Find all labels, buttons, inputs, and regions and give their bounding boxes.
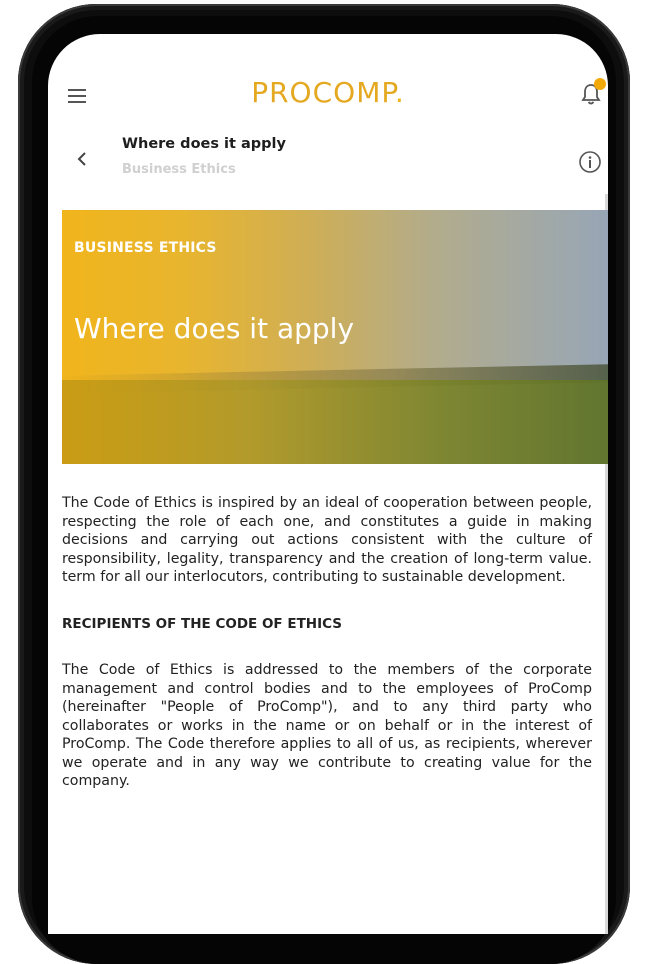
hero-banner: BUSINESS ETHICS Where does it apply [62, 210, 608, 464]
intro-paragraph: The Code of Ethics is inspired by an ide… [62, 495, 592, 585]
hero-title: Where does it apply [74, 312, 355, 345]
app-screen: PROCOMP. Where does it apply Business Et… [48, 34, 608, 934]
hero-field-image [62, 380, 608, 464]
info-icon[interactable] [578, 150, 602, 174]
app-top-bar: PROCOMP. [48, 34, 608, 124]
procomp-logo: PROCOMP. [48, 76, 608, 109]
logo-text: PROCOMP [251, 76, 395, 109]
section-heading: RECIPIENTS OF THE CODE OF ETHICS [62, 615, 342, 632]
notification-badge [594, 78, 606, 90]
hero-kicker: BUSINESS ETHICS [74, 240, 217, 256]
logo-dot: . [394, 76, 405, 109]
section-paragraph: The Code of Ethics is addressed to the m… [62, 662, 592, 789]
article-content: The Code of Ethics is inspired by an ide… [62, 494, 592, 819]
page-title: Where does it apply [122, 136, 286, 152]
page-subtitle: Business Ethics [122, 162, 236, 177]
chevron-left-icon[interactable] [76, 150, 88, 168]
